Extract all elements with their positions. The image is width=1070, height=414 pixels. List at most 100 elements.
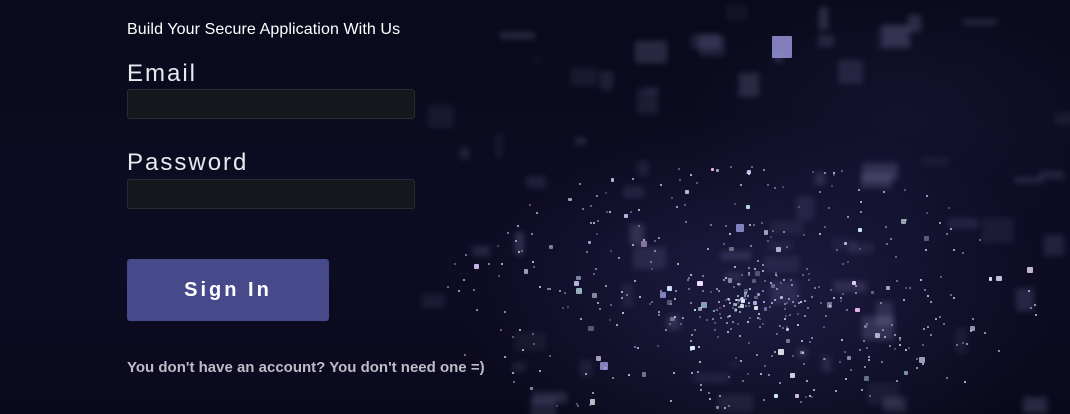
particle (654, 240, 657, 243)
blurred-particle (763, 256, 799, 273)
particle (807, 307, 810, 310)
particle (656, 345, 659, 348)
blurred-particle (817, 35, 834, 48)
particle (899, 338, 902, 341)
particle (729, 166, 732, 169)
particle (702, 274, 705, 277)
blurred-particle (819, 6, 829, 30)
particle (631, 177, 634, 180)
blurred-particle (690, 33, 721, 49)
particle (576, 276, 581, 281)
particle (726, 316, 729, 319)
particle (849, 368, 852, 371)
particle (650, 301, 653, 304)
particle (724, 225, 727, 228)
blurred-particle (629, 223, 644, 245)
particle (683, 204, 686, 207)
particle (700, 389, 703, 392)
particle (894, 348, 897, 351)
particle (834, 390, 837, 393)
blurred-particle (739, 72, 760, 98)
blurred-particle (623, 186, 645, 198)
particle (953, 249, 956, 252)
particle (690, 339, 693, 342)
particle (740, 184, 743, 187)
blurred-particle (494, 133, 504, 158)
password-field[interactable] (127, 179, 415, 209)
particle (854, 292, 857, 295)
particle (839, 296, 842, 299)
blurred-particle (954, 328, 967, 354)
particle (843, 351, 846, 354)
particle (680, 323, 683, 326)
particle (748, 172, 751, 175)
particle (847, 216, 850, 219)
blurred-particle (728, 362, 742, 369)
blurred-particle (962, 18, 997, 26)
particle (858, 227, 863, 232)
particle (859, 200, 862, 203)
particle (803, 315, 806, 318)
particle (972, 317, 975, 320)
particle (750, 244, 753, 247)
particle (749, 287, 752, 290)
blurred-particle (867, 382, 899, 405)
particle (761, 322, 764, 325)
particle (908, 347, 911, 350)
particle (747, 274, 750, 277)
sign-in-button[interactable]: Sign In (127, 259, 329, 321)
particle (770, 354, 773, 357)
particle (953, 296, 956, 299)
particle (789, 313, 792, 316)
particle (678, 178, 681, 181)
blurred-particle (981, 218, 1014, 243)
particle (763, 230, 769, 236)
particle (801, 339, 803, 342)
particle (763, 300, 766, 303)
particle (803, 300, 806, 303)
particle (915, 366, 918, 369)
particle (609, 211, 612, 214)
particle (929, 300, 932, 303)
particle (595, 233, 598, 236)
particle (927, 295, 930, 298)
particle (762, 290, 764, 293)
particle (935, 318, 938, 320)
particle (715, 168, 720, 173)
email-label: Email (127, 60, 198, 87)
particle (983, 332, 986, 335)
particle (886, 242, 889, 245)
blurred-particle (724, 272, 742, 281)
particle (796, 312, 799, 315)
particle (782, 185, 785, 188)
particle (700, 307, 703, 310)
particle (926, 212, 929, 215)
particle (903, 370, 908, 375)
particle (811, 295, 814, 298)
particle (463, 354, 466, 357)
particle (709, 224, 712, 227)
particle (523, 269, 529, 274)
particle (784, 315, 787, 318)
particle (657, 310, 660, 313)
particle (819, 190, 822, 193)
particle (763, 307, 768, 312)
particle (577, 404, 580, 407)
particle (775, 271, 778, 274)
particle (888, 344, 891, 347)
particle (708, 391, 711, 394)
particle (733, 308, 738, 312)
particle (803, 233, 806, 236)
blurred-particle (721, 251, 751, 260)
particle (667, 286, 672, 291)
particle (778, 349, 785, 355)
particle (833, 296, 836, 299)
email-field[interactable] (127, 89, 415, 119)
particle (689, 302, 692, 305)
particle (604, 191, 607, 194)
particle (559, 290, 562, 293)
blurred-particle (834, 281, 868, 292)
particle (581, 208, 584, 211)
particle (576, 287, 583, 294)
particle (858, 189, 861, 192)
